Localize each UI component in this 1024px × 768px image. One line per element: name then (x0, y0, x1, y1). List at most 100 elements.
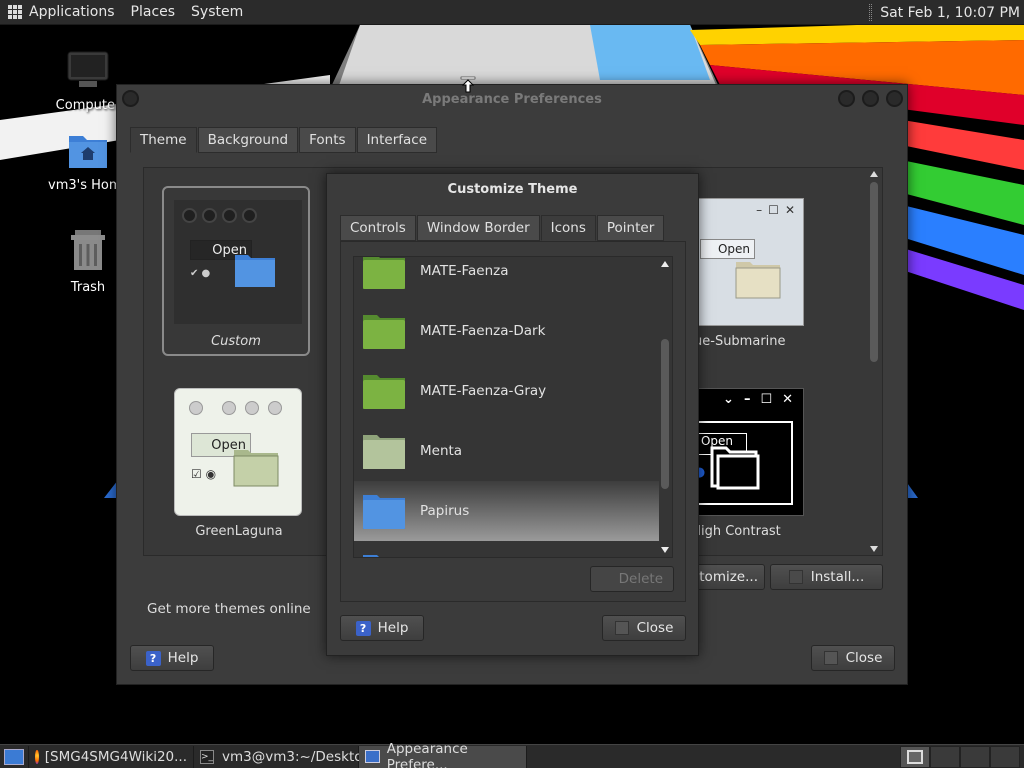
help-icon: ? (145, 650, 161, 666)
get-more-themes-link[interactable]: Get more themes online (147, 601, 311, 617)
trash-icon (71, 230, 105, 270)
theme-preview: Open ✔ ● (174, 200, 302, 324)
workspace-2[interactable] (930, 746, 960, 768)
workspace-3[interactable] (960, 746, 990, 768)
close-label: Close (845, 650, 883, 666)
icon-theme-row[interactable] (354, 541, 659, 557)
icon-theme-list: MATE-Faenza MATE-Faenza-Dark MATE-Faenza… (353, 256, 673, 558)
folder-blue-icon (363, 555, 379, 557)
scrollbar-thumb[interactable] (661, 339, 669, 489)
tab-theme[interactable]: Theme (130, 127, 197, 153)
theme-item-greenlaguna[interactable]: Open ☑ ◉ GreenLaguna (174, 388, 304, 548)
folder-icon (735, 262, 781, 299)
workspace-switcher[interactable] (900, 746, 1020, 768)
theme-preview: Open ☑ ◉ (174, 388, 302, 516)
top-panel: Applications Places System Sat Feb 1, 10… (0, 0, 1024, 25)
folder-menta-icon (363, 435, 405, 469)
panel-separator (869, 4, 873, 21)
tab-pointer[interactable]: Pointer (596, 215, 665, 241)
icon-theme-name: MATE-Faenza (420, 263, 509, 279)
icons-panel: MATE-Faenza MATE-Faenza-Dark MATE-Faenza… (340, 241, 686, 602)
folder-green-icon (363, 375, 405, 409)
bottom-taskbar: [SMG4SMG4Wiki20... >_ vm3@vm3:~/Desktop … (0, 741, 1024, 768)
places-menu[interactable]: Places (123, 0, 184, 25)
scroll-down-icon[interactable] (661, 547, 669, 553)
help-label: Help (377, 620, 409, 636)
customize-tabs: Controls Window Border Icons Pointer (340, 215, 665, 241)
folder-icon (235, 255, 275, 287)
folder-icon (710, 446, 760, 490)
icon-theme-row[interactable]: MATE-Faenza (354, 257, 659, 301)
folder-blue-icon (363, 495, 405, 529)
tab-controls[interactable]: Controls (340, 215, 416, 241)
icon-list-scrollbar[interactable] (658, 257, 672, 557)
dialog-close-button[interactable]: Close (602, 615, 686, 641)
theme-item-custom[interactable]: Open ✔ ● Custom (162, 186, 310, 356)
check-icon: ✔ ● (190, 268, 211, 279)
clock[interactable]: Sat Feb 1, 10:07 PM (880, 5, 1024, 21)
close-button[interactable]: Close (811, 645, 895, 671)
delete-button[interactable]: Delete (590, 566, 674, 592)
theme-name: GreenLaguna (195, 524, 283, 539)
terminal-icon: >_ (200, 749, 215, 764)
tab-interface[interactable]: Interface (356, 127, 438, 153)
icon-theme-row-selected[interactable]: Papirus (354, 481, 659, 541)
theme-name: Custom (211, 334, 261, 349)
window-menu-button[interactable] (122, 90, 139, 107)
taskbar-label: [SMG4SMG4Wiki20... (44, 748, 187, 765)
theme-grid-scrollbar[interactable] (868, 168, 880, 555)
icon-theme-name: MATE-Faenza-Gray (420, 383, 547, 399)
tab-background[interactable]: Background (197, 127, 299, 153)
customize-theme-dialog: Customize Theme Controls Window Border I… (326, 173, 699, 656)
workspace-4[interactable] (990, 746, 1020, 768)
icon-theme-row[interactable]: MATE-Faenza-Dark (354, 301, 659, 361)
dialog-help-button[interactable]: ? Help (340, 615, 424, 641)
taskbar-item-appearance[interactable]: Appearance Prefere... (359, 741, 527, 768)
folder-icon (233, 450, 279, 487)
taskbar-item-terminal[interactable]: >_ vm3@vm3:~/Desktop (194, 745, 371, 768)
window-title: Appearance Preferences (422, 91, 602, 107)
delete-label: Delete (618, 571, 663, 587)
install-label: Install... (810, 569, 865, 585)
taskbar-label: vm3@vm3:~/Desktop (222, 748, 372, 765)
preview-open-button: Open (700, 239, 755, 259)
icon-theme-name: MATE-Faenza-Dark (420, 323, 546, 339)
tab-icons[interactable]: Icons (540, 215, 596, 241)
show-desktop-button[interactable] (0, 745, 29, 768)
maximize-button[interactable] (862, 90, 879, 107)
clock-area: Sat Feb 1, 10:07 PM (869, 0, 1024, 25)
applications-menu[interactable]: Applications (0, 0, 123, 25)
scroll-down-icon[interactable] (870, 546, 878, 552)
scroll-up-icon[interactable] (661, 261, 669, 267)
minimize-button[interactable] (838, 90, 855, 107)
taskbar-item-firefox[interactable]: [SMG4SMG4Wiki20... (29, 745, 194, 768)
appearance-tabs: Theme Background Fonts Interface (130, 127, 438, 153)
icon-theme-name: Menta (420, 443, 463, 459)
show-desktop-icon (4, 748, 24, 765)
home-folder-icon (69, 136, 107, 168)
customize-titlebar[interactable]: Customize Theme (327, 174, 698, 204)
appearance-titlebar[interactable]: Appearance Preferences (117, 85, 907, 113)
help-icon: ? (355, 620, 371, 636)
computer-icon (67, 51, 109, 87)
applications-label: Applications (29, 4, 115, 20)
check-icon: ☑ ◉ (191, 467, 217, 481)
workspace-1[interactable] (900, 746, 930, 768)
scroll-up-icon[interactable] (870, 171, 878, 177)
folder-green-icon (363, 315, 405, 349)
tab-window-border[interactable]: Window Border (416, 215, 540, 241)
taskbar-label: Appearance Prefere... (386, 740, 468, 768)
help-button[interactable]: ? Help (130, 645, 214, 671)
scrollbar-thumb[interactable] (870, 182, 878, 362)
install-button[interactable]: Install... (770, 564, 883, 590)
tab-fonts[interactable]: Fonts (299, 127, 356, 153)
move-cursor-icon (460, 76, 476, 93)
install-icon (788, 570, 803, 584)
apps-grid-icon (8, 5, 22, 19)
close-window-button[interactable] (886, 90, 903, 107)
icon-theme-row[interactable]: MATE-Faenza-Gray (354, 361, 659, 421)
system-menu[interactable]: System (183, 0, 251, 25)
close-label: Close (636, 620, 674, 636)
icon-theme-row[interactable]: Menta (354, 421, 659, 481)
firefox-icon (35, 749, 39, 764)
